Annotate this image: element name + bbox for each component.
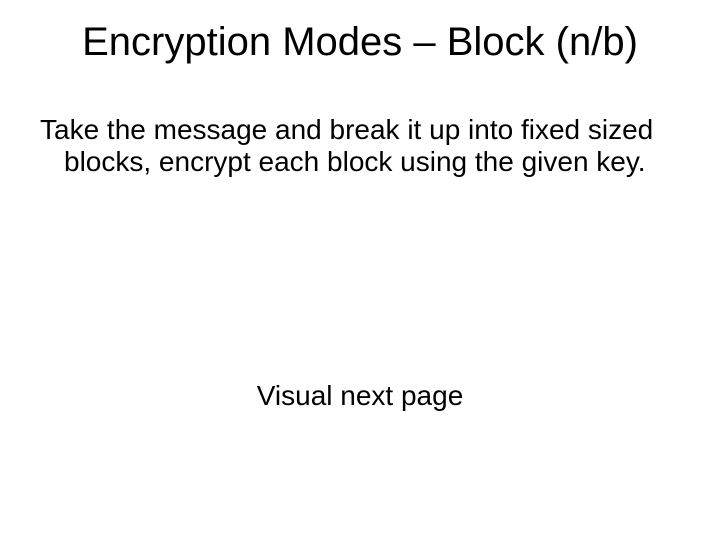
slide-footer: Visual next page bbox=[0, 380, 720, 412]
body-paragraph: Take the message and break it up into fi… bbox=[40, 114, 680, 178]
slide-body: Take the message and break it up into fi… bbox=[40, 114, 680, 178]
slide: Encryption Modes – Block (n/b) Take the … bbox=[0, 0, 720, 540]
slide-title: Encryption Modes – Block (n/b) bbox=[0, 20, 720, 65]
